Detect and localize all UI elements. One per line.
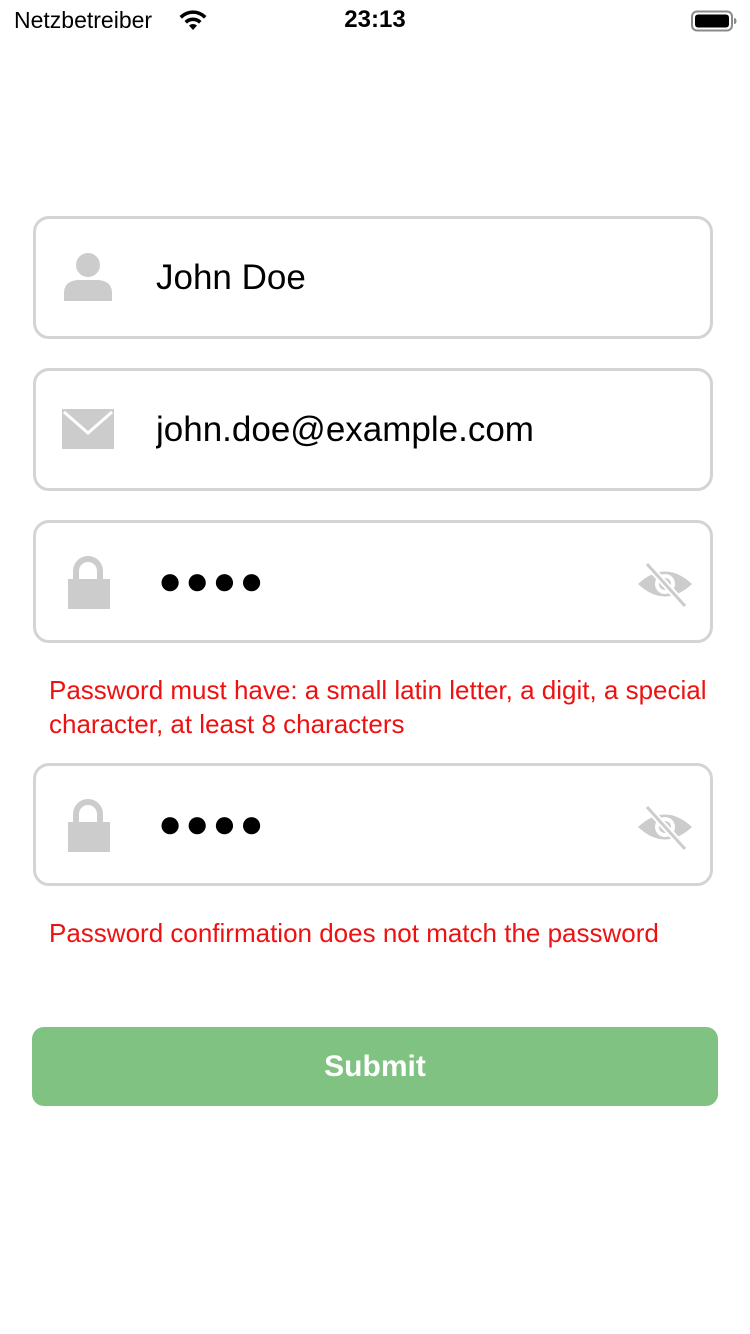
confirm-password-input[interactable]: ●●●●: [158, 794, 458, 854]
lock-icon: [68, 556, 110, 609]
confirm-password-error-message: Password confirmation does not match the…: [49, 918, 659, 948]
battery-icon: [691, 10, 737, 32]
status-bar: Netzbetreiber 23:13: [0, 0, 750, 40]
name-field[interactable]: [33, 216, 713, 339]
clock: 23:13: [344, 6, 406, 33]
lock-icon: [68, 799, 110, 852]
email-input[interactable]: [156, 401, 596, 459]
eye-slash-icon[interactable]: [636, 561, 694, 607]
password-field[interactable]: ●●●●: [33, 520, 713, 643]
confirm-password-field[interactable]: ●●●●: [33, 763, 713, 886]
name-input[interactable]: [156, 249, 596, 307]
password-error-message: Password must have: a small latin letter…: [49, 675, 707, 739]
person-icon: [64, 253, 112, 301]
password-input[interactable]: ●●●●: [158, 551, 458, 611]
submit-button[interactable]: Submit: [32, 1027, 718, 1106]
eye-slash-icon[interactable]: [636, 804, 694, 850]
email-field[interactable]: [33, 368, 713, 491]
envelope-icon: [62, 409, 114, 449]
